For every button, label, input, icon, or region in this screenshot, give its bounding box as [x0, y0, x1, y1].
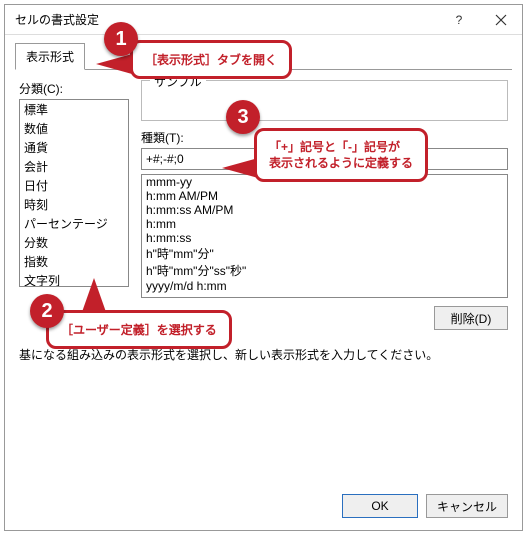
- type-item[interactable]: h:mm: [142, 217, 507, 231]
- titlebar: セルの書式設定 ?: [5, 5, 522, 35]
- help-button[interactable]: ?: [438, 5, 480, 35]
- category-item[interactable]: 文字列: [20, 271, 128, 287]
- type-item[interactable]: h"時"mm"分"ss"秒": [142, 262, 507, 279]
- category-item[interactable]: パーセンテージ: [20, 214, 128, 233]
- dialog-title: セルの書式設定: [15, 11, 438, 28]
- callout-1-pointer: [96, 54, 132, 74]
- type-item[interactable]: yyyy/m/d h:mm: [142, 279, 507, 293]
- ok-button[interactable]: OK: [342, 494, 418, 518]
- delete-button[interactable]: 削除(D): [434, 306, 508, 330]
- type-item[interactable]: h:mm:ss AM/PM: [142, 203, 507, 217]
- callout-2-pointer: [82, 278, 106, 312]
- badge-2: 2: [30, 294, 64, 328]
- badge-1: 1: [104, 22, 138, 56]
- callout-3: 「+」記号と「-」記号が 表示されるように定義する: [254, 128, 428, 182]
- tab-number-format[interactable]: 表示形式: [15, 43, 85, 70]
- category-item[interactable]: 数値: [20, 119, 128, 138]
- category-item[interactable]: 時刻: [20, 195, 128, 214]
- category-item[interactable]: 標準: [20, 100, 128, 119]
- type-listbox[interactable]: mmm-yyh:mm AM/PMh:mm:ss AM/PMh:mmh:mm:ss…: [141, 174, 508, 298]
- sample-group: サンプル: [141, 80, 508, 121]
- callout-3-pointer: [222, 158, 258, 178]
- category-item[interactable]: 分数: [20, 233, 128, 252]
- type-item[interactable]: h"時"mm"分": [142, 245, 507, 262]
- category-item[interactable]: 日付: [20, 176, 128, 195]
- category-item[interactable]: 会計: [20, 157, 128, 176]
- category-listbox[interactable]: 標準数値通貨会計日付時刻パーセンテージ分数指数文字列その他ユーザー定義: [19, 99, 129, 287]
- category-label: 分類(C):: [19, 80, 129, 97]
- category-item[interactable]: 通貨: [20, 138, 128, 157]
- format-cells-dialog: セルの書式設定 ? 表示形式 分類(C): 標準数値通貨会計日付時刻パーセンテー…: [4, 4, 523, 531]
- category-item[interactable]: 指数: [20, 252, 128, 271]
- close-button[interactable]: [480, 5, 522, 35]
- type-item[interactable]: h:mm AM/PM: [142, 189, 507, 203]
- cancel-button[interactable]: キャンセル: [426, 494, 508, 518]
- badge-3: 3: [226, 100, 260, 134]
- type-item[interactable]: h:mm:ss: [142, 231, 507, 245]
- callout-2: ［ユーザー定義］を選択する: [46, 310, 232, 349]
- dialog-footer: OK キャンセル: [342, 494, 508, 518]
- callout-1: ［表示形式］タブを開く: [130, 40, 292, 79]
- close-icon: [495, 14, 507, 26]
